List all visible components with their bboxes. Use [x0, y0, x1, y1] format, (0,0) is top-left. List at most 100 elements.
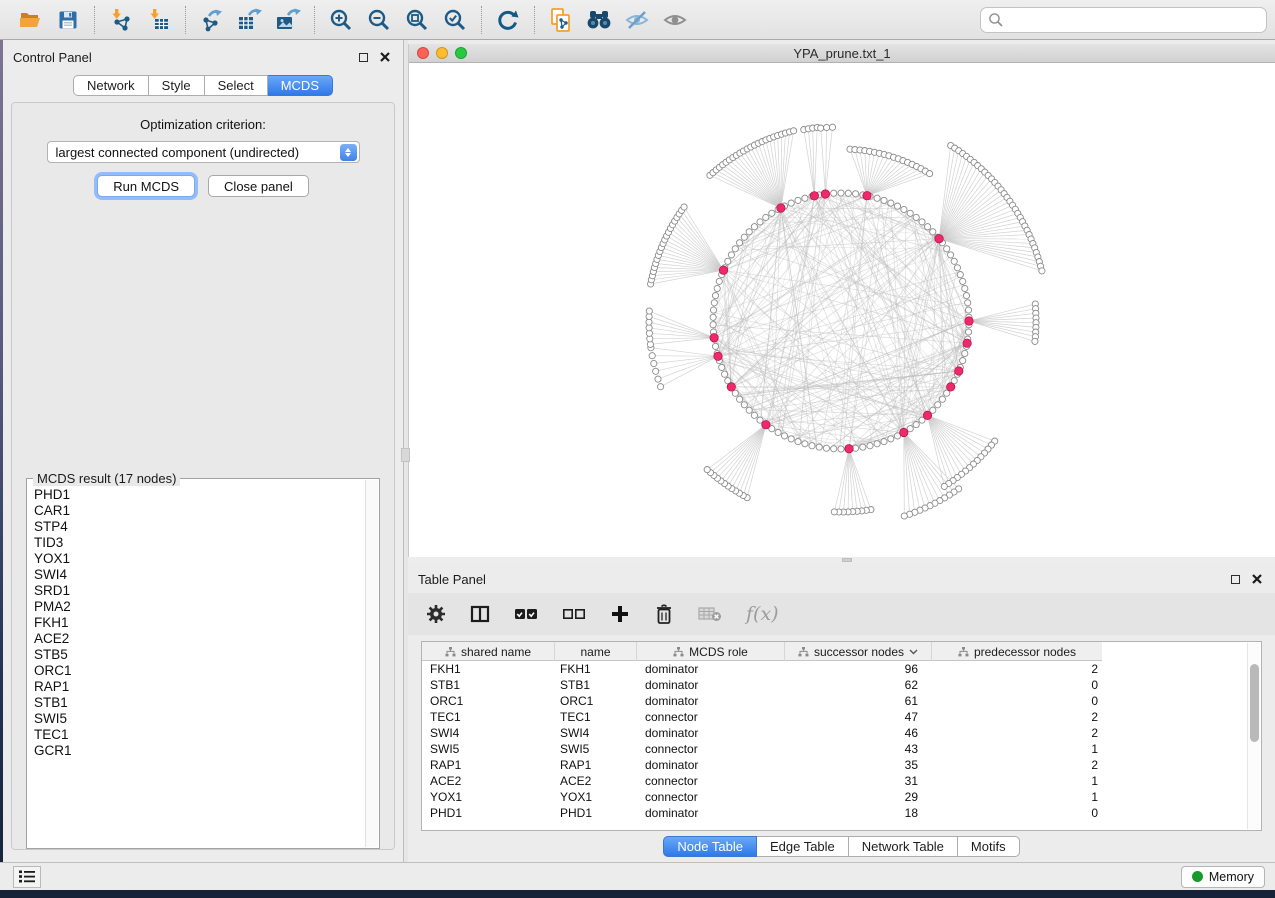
network-node[interactable] [712, 343, 718, 349]
table-row[interactable]: SWI5SWI5connector431 [422, 741, 1102, 757]
table-scrollbar-thumb[interactable] [1250, 664, 1259, 742]
float-panel-button[interactable] [1227, 572, 1243, 586]
export-table-button[interactable] [231, 3, 269, 37]
network-node[interactable] [1039, 268, 1045, 274]
table-row[interactable]: PHD1PHD1dominator180 [422, 805, 1102, 821]
show-graphics-details-button[interactable] [656, 3, 694, 37]
network-graph[interactable] [409, 63, 1275, 557]
mcds-result-item[interactable]: TID3 [27, 535, 379, 551]
add-column-button[interactable] [610, 599, 630, 629]
network-node[interactable] [894, 203, 900, 209]
mcds-result-item[interactable]: YOX1 [27, 551, 379, 567]
network-node[interactable] [860, 444, 866, 450]
optimization-criterion-select[interactable]: largest connected component (undirected) [47, 141, 360, 163]
vertical-splitter[interactable] [403, 40, 408, 862]
network-node[interactable] [951, 258, 957, 264]
mcds-result-item[interactable]: PMA2 [27, 599, 379, 615]
network-node[interactable] [824, 124, 830, 130]
save-session-button[interactable] [49, 3, 87, 37]
mcds-result-item[interactable]: PHD1 [27, 487, 379, 503]
network-node[interactable] [823, 445, 829, 451]
table-row[interactable]: STB1STB1dominator620 [422, 677, 1102, 693]
mcds-result-list[interactable]: PHD1CAR1STP4TID3YOX1SWI4SRD1PMA2FKH1ACE2… [27, 479, 379, 848]
mcds-result-item[interactable]: TEC1 [27, 727, 379, 743]
mcds-result-item[interactable]: SRD1 [27, 583, 379, 599]
network-node[interactable] [954, 265, 960, 271]
network-node[interactable] [965, 300, 971, 306]
run-mcds-button[interactable]: Run MCDS [97, 175, 195, 197]
table-scrollbar[interactable] [1247, 643, 1260, 829]
mcds-result-item[interactable]: STB5 [27, 647, 379, 663]
mcds-result-item[interactable]: CAR1 [27, 503, 379, 519]
mcds-list-scrollbar[interactable] [365, 480, 378, 847]
mcds-dominator-node[interactable] [863, 192, 871, 200]
network-node[interactable] [829, 124, 835, 130]
network-node[interactable] [788, 200, 794, 206]
import-network-button[interactable] [102, 3, 140, 37]
mcds-dominator-node[interactable] [727, 383, 735, 391]
network-node[interactable] [757, 219, 763, 225]
network-node[interactable] [751, 412, 757, 418]
network-node[interactable] [791, 128, 797, 134]
tab-select[interactable]: Select [205, 75, 268, 96]
mcds-dominator-node[interactable] [710, 334, 718, 342]
network-node[interactable] [710, 322, 716, 328]
network-node[interactable] [944, 246, 950, 252]
network-node[interactable] [741, 234, 747, 240]
mcds-dominator-node[interactable] [900, 428, 908, 436]
show-columns-button[interactable] [470, 599, 490, 629]
network-node[interactable] [737, 240, 743, 246]
network-node[interactable] [722, 371, 728, 377]
zoom-out-button[interactable] [360, 3, 398, 37]
network-node[interactable] [935, 402, 941, 408]
select-all-columns-button[interactable] [514, 599, 538, 629]
network-node[interactable] [704, 467, 710, 473]
network-node[interactable] [831, 446, 837, 452]
mcds-dominator-node[interactable] [935, 235, 943, 243]
network-node[interactable] [710, 307, 716, 313]
tab-network[interactable]: Network [73, 75, 149, 96]
mcds-result-item[interactable]: RAP1 [27, 679, 379, 695]
column-header-shared-name[interactable]: shared name [422, 642, 555, 661]
network-node[interactable] [737, 396, 743, 402]
mcds-dominator-node[interactable] [955, 367, 963, 375]
close-panel-button[interactable] [1249, 572, 1265, 586]
hide-panels-button[interactable] [618, 3, 656, 37]
network-node[interactable] [751, 224, 757, 230]
memory-button[interactable]: Memory [1181, 866, 1265, 888]
network-node[interactable] [913, 214, 919, 220]
mcds-dominator-node[interactable] [810, 192, 818, 200]
mcds-dominator-node[interactable] [923, 411, 931, 419]
table-settings-button[interactable] [426, 599, 446, 629]
table-row[interactable]: YOX1YOX1connector291 [422, 789, 1102, 805]
network-node[interactable] [741, 402, 747, 408]
network-node[interactable] [658, 384, 664, 390]
mcds-dominator-node[interactable] [947, 383, 955, 391]
network-node[interactable] [732, 246, 738, 252]
network-node[interactable] [746, 407, 752, 413]
network-node[interactable] [941, 483, 947, 489]
clone-network-button[interactable] [542, 3, 580, 37]
close-panel-button[interactable] [377, 50, 393, 64]
mcds-dominator-node[interactable] [965, 317, 973, 325]
network-node[interactable] [901, 206, 907, 212]
network-node[interactable] [769, 210, 775, 216]
open-file-button[interactable] [11, 3, 49, 37]
zoom-in-button[interactable] [322, 3, 360, 37]
network-node[interactable] [653, 368, 659, 374]
network-node[interactable] [763, 214, 769, 220]
task-history-button[interactable] [13, 866, 41, 888]
network-node[interactable] [746, 229, 752, 235]
network-node[interactable] [874, 441, 880, 447]
mcds-result-item[interactable]: FKH1 [27, 615, 379, 631]
network-node[interactable] [925, 224, 931, 230]
mcds-result-item[interactable]: STP4 [27, 519, 379, 535]
zoom-fit-button[interactable] [398, 3, 436, 37]
table-row[interactable]: TEC1TEC1connector472 [422, 709, 1102, 725]
network-node[interactable] [930, 229, 936, 235]
network-node[interactable] [712, 293, 718, 299]
network-node[interactable] [881, 197, 887, 203]
mcds-result-item[interactable]: ORC1 [27, 663, 379, 679]
network-node[interactable] [781, 433, 787, 439]
tab-node-table[interactable]: Node Table [663, 836, 757, 857]
